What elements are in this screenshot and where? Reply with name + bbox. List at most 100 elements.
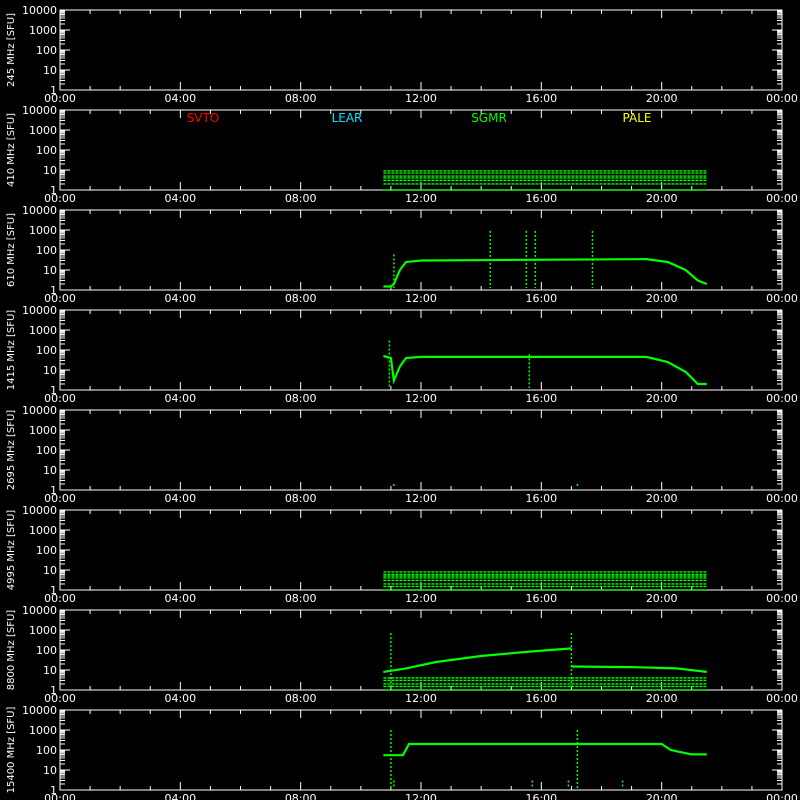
- x-tick-label: 04:00: [164, 92, 196, 105]
- y-tick-label: 100: [36, 544, 57, 557]
- x-tick-label: 12:00: [405, 492, 437, 505]
- x-tick-label: 16:00: [525, 92, 557, 105]
- x-tick-label: 16:00: [525, 192, 557, 205]
- y-tick-label: 1000: [29, 224, 57, 237]
- x-tick-label: 12:00: [405, 592, 437, 605]
- y-tick-label: 100: [36, 644, 57, 657]
- x-tick-label: 04:00: [164, 792, 196, 800]
- data-series-line: [383, 742, 707, 757]
- x-tick-label: 20:00: [646, 792, 678, 800]
- x-tick-label: 00:00: [766, 592, 798, 605]
- x-tick-label: 12:00: [405, 192, 437, 205]
- panel-frame: [59, 9, 783, 91]
- y-axis-label: 15400 MHz [SFU]: [6, 707, 17, 794]
- x-tick-label: 12:00: [405, 792, 437, 800]
- y-tick-label: 10000: [22, 104, 57, 117]
- x-tick-label: 20:00: [646, 692, 678, 705]
- x-tick-label: 00:00: [766, 192, 798, 205]
- x-tick-label: 04:00: [164, 592, 196, 605]
- data-series-line: [383, 647, 572, 673]
- panel-7: 11010010001000000:00 04:00 08:00 12:00 16:00…: [6, 704, 798, 800]
- x-tick-label: 08:00: [285, 92, 317, 105]
- panel-1: 11010010001000000:00 04:00 08:00 12:00 16:00…: [6, 104, 798, 205]
- y-axis-label: 1415 MHz [SFU]: [6, 310, 17, 391]
- x-tick-label: 12:00: [405, 92, 437, 105]
- y-tick-label: 1000: [29, 724, 57, 737]
- y-axis-label: 2695 MHz [SFU]: [6, 410, 17, 491]
- x-tick-label: 12:00: [405, 292, 437, 305]
- y-tick-label: 100: [36, 344, 57, 357]
- x-tick-label: 04:00: [164, 392, 196, 405]
- x-tick-label: 04:00: [164, 192, 196, 205]
- y-axis-label: 8800 MHz [SFU]: [6, 610, 17, 691]
- x-tick-label: 20:00: [646, 92, 678, 105]
- x-tick-label: 08:00: [285, 792, 317, 800]
- x-tick-label: 00:00: [766, 92, 798, 105]
- y-tick-label: 10: [43, 364, 57, 377]
- x-tick-label: 08:00: [285, 492, 317, 505]
- y-tick-label: 100: [36, 144, 57, 157]
- x-tick-label: 08:00: [285, 192, 317, 205]
- legend-entry: LEAR: [332, 111, 363, 125]
- data-series-line: [571, 665, 707, 673]
- panel-2: 11010010001000000:00 04:00 08:00 12:00 16:00…: [6, 204, 798, 305]
- panel-0: 11010010001000000:00 04:00 08:00 12:00 16:00…: [6, 4, 798, 105]
- x-tick-label: 08:00: [285, 392, 317, 405]
- y-tick-label: 10: [43, 764, 57, 777]
- x-tick-label: 20:00: [646, 492, 678, 505]
- x-tick-label: 16:00: [525, 492, 557, 505]
- x-tick-label: 16:00: [525, 392, 557, 405]
- y-tick-label: 100: [36, 744, 57, 757]
- legend-entry: PALE: [623, 111, 652, 125]
- panel-frame: [59, 309, 783, 391]
- x-tick-label: 16:00: [525, 792, 557, 800]
- x-tick-label: 16:00: [525, 692, 557, 705]
- y-tick-label: 10000: [22, 404, 57, 417]
- x-tick-label: 16:00: [525, 592, 557, 605]
- x-tick-label: 16:00: [525, 292, 557, 305]
- y-tick-label: 10000: [22, 704, 57, 717]
- y-tick-label: 1000: [29, 124, 57, 137]
- y-tick-label: 1000: [29, 624, 57, 637]
- x-tick-label: 12:00: [405, 392, 437, 405]
- panel-frame: [59, 409, 783, 491]
- x-tick-label: 04:00: [164, 292, 196, 305]
- y-tick-label: 100: [36, 44, 57, 57]
- x-tick-label: 04:00: [164, 692, 196, 705]
- x-tick-label: 08:00: [285, 592, 317, 605]
- x-tick-label: 20:00: [646, 192, 678, 205]
- data-series-line: [383, 354, 707, 386]
- y-tick-label: 10: [43, 564, 57, 577]
- y-tick-label: 10000: [22, 204, 57, 217]
- x-tick-label: 20:00: [646, 392, 678, 405]
- x-tick-label: 00:00: [766, 392, 798, 405]
- panel-6: 11010010001000000:00 04:00 08:00 12:00 16:00…: [6, 604, 798, 705]
- x-tick-label: 00:00: [766, 492, 798, 505]
- x-tick-label: 00:00: [766, 692, 798, 705]
- panel-3: 11010010001000000:00 04:00 08:00 12:00 16:00…: [6, 304, 798, 405]
- y-tick-label: 10: [43, 64, 57, 77]
- y-axis-label: 245 MHz [SFU]: [6, 13, 17, 87]
- x-tick-label: 20:00: [646, 292, 678, 305]
- y-tick-label: 100: [36, 444, 57, 457]
- data-series-line: [383, 257, 708, 288]
- x-tick-label: 08:00: [285, 692, 317, 705]
- y-tick-label: 10: [43, 664, 57, 677]
- y-axis-label: 410 MHz [SFU]: [6, 113, 17, 187]
- y-tick-label: 10000: [22, 504, 57, 517]
- y-tick-label: 1000: [29, 324, 57, 337]
- legend: SVTO LEAR SGMR PALE: [187, 111, 652, 125]
- y-tick-label: 1000: [29, 24, 57, 37]
- x-tick-label: 12:00: [405, 692, 437, 705]
- y-axis-label: 610 MHz [SFU]: [6, 213, 17, 287]
- x-tick-label: 00:00: [766, 292, 798, 305]
- solar-radio-flux-chart: 11010010001000000:00 04:00 08:00 12:00 16:00…: [6, 4, 798, 800]
- y-tick-label: 10: [43, 164, 57, 177]
- y-tick-label: 10000: [22, 4, 57, 17]
- y-tick-label: 10000: [22, 604, 57, 617]
- x-tick-label: 04:00: [164, 492, 196, 505]
- legend-entry: SVTO: [187, 111, 220, 125]
- y-tick-label: 10: [43, 464, 57, 477]
- y-tick-label: 100: [36, 244, 57, 257]
- x-tick-label: 00:00: [44, 792, 76, 800]
